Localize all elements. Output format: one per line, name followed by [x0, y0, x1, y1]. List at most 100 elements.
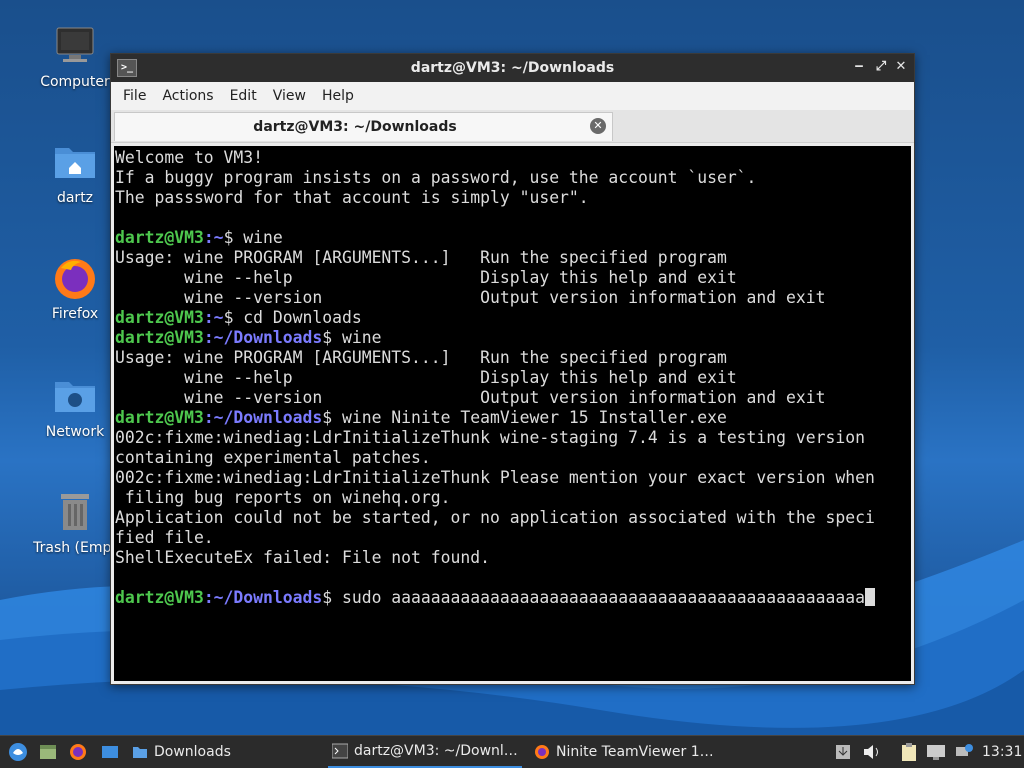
clipboard-icon: [902, 743, 916, 761]
file-manager-launcher[interactable]: [32, 736, 64, 768]
window-titlebar[interactable]: >_ dartz@VM3: ~/Downloads ‒ ⤢ ✕: [111, 54, 914, 82]
terminal-line: wine --help Display this help and exit: [115, 268, 911, 288]
tab-bar: dartz@VM3: ~/Downloads ✕: [111, 110, 914, 143]
show-desktop-icon: [102, 746, 118, 758]
terminal-line: Welcome to VM3!: [115, 148, 911, 168]
line-text: ShellExecuteEx failed: File not found.: [115, 548, 490, 567]
prompt-path: :~/Downloads: [203, 328, 323, 347]
line-text: wine --version Output version informatio…: [115, 288, 826, 307]
terminal-line: 002c:fixme:winediag:LdrInitializeThunk w…: [115, 428, 911, 448]
taskbar: Downloads dartz@VM3: ~/Downl… Ninite Tea…: [0, 735, 1024, 768]
firefox-launcher[interactable]: [62, 736, 94, 768]
clock[interactable]: 13:31: [982, 736, 1022, 768]
tray-display[interactable]: [926, 736, 946, 768]
tray-clipboard[interactable]: [900, 736, 918, 768]
tray-updates[interactable]: [834, 736, 852, 768]
task-label: dartz@VM3: ~/Downl…: [354, 743, 518, 759]
line-text: 002c:fixme:winediag:LdrInitializeThunk w…: [115, 428, 865, 447]
show-desktop-button[interactable]: [94, 736, 126, 768]
menu-bar: File Actions Edit View Help: [111, 82, 914, 110]
tray-network[interactable]: [954, 736, 974, 768]
trash-icon: [61, 494, 89, 530]
line-text: filing bug reports on winehq.org.: [115, 488, 451, 507]
menu-help[interactable]: Help: [314, 88, 362, 104]
line-text: $ sudo aaaaaaaaaaaaaaaaaaaaaaaaaaaaaaaaa…: [322, 588, 865, 607]
line-text: Usage: wine PROGRAM [ARGUMENTS...] Run t…: [115, 348, 727, 367]
menu-file[interactable]: File: [115, 88, 154, 104]
prompt-user: dartz@VM3: [115, 308, 204, 327]
line-text: Application could not be started, or no …: [115, 508, 875, 527]
whisker-menu-button[interactable]: [2, 736, 34, 768]
window-title: dartz@VM3: ~/Downloads: [410, 60, 615, 76]
text-cursor: [864, 588, 875, 606]
task-terminal[interactable]: dartz@VM3: ~/Downl…: [328, 736, 522, 768]
terminal-line: ShellExecuteEx failed: File not found.: [115, 548, 911, 568]
line-text: 002c:fixme:winediag:LdrInitializeThunk P…: [115, 468, 875, 487]
task-label: Ninite TeamViewer 1…: [556, 744, 714, 760]
firefox-icon: [535, 745, 549, 759]
task-label: Downloads: [154, 744, 231, 760]
terminal-window: >_ dartz@VM3: ~/Downloads ‒ ⤢ ✕ File Act…: [110, 53, 915, 685]
menu-actions[interactable]: Actions: [154, 88, 221, 104]
updates-icon: [836, 745, 850, 759]
file-manager-icon: [40, 745, 56, 759]
close-button[interactable]: ✕: [892, 58, 910, 76]
line-text: Usage: wine PROGRAM [ARGUMENTS...] Run t…: [115, 248, 727, 267]
task-downloads[interactable]: Downloads: [128, 736, 322, 768]
line-text: $ wine Ninite TeamViewer 15 Installer.ex…: [322, 408, 727, 427]
prompt-path: :~: [203, 228, 224, 247]
line-text: $ cd Downloads: [223, 308, 362, 327]
prompt-user: dartz@VM3: [115, 328, 204, 347]
maximize-button[interactable]: ⤢: [872, 58, 890, 76]
network-icon: [956, 744, 973, 756]
line-text: wine --help Display this help and exit: [115, 268, 737, 287]
menu-view[interactable]: View: [265, 88, 314, 104]
terminal-line: If a buggy program insists on a password…: [115, 168, 911, 188]
tab-terminal[interactable]: dartz@VM3: ~/Downloads ✕: [114, 112, 613, 141]
tray-volume[interactable]: [862, 736, 882, 768]
terminal-icon: [332, 743, 348, 759]
line-text: $ wine: [322, 328, 382, 347]
terminal-line: fied file.: [115, 528, 911, 548]
terminal-line: wine --version Output version informatio…: [115, 388, 911, 408]
task-ninite[interactable]: Ninite TeamViewer 1…: [530, 736, 724, 768]
line-text: containing experimental patches.: [115, 448, 431, 467]
prompt-path: :~/Downloads: [203, 408, 323, 427]
whisker-menu-icon: [9, 743, 27, 761]
terminal-line: Usage: wine PROGRAM [ARGUMENTS...] Run t…: [115, 348, 911, 368]
tab-label: dartz@VM3: ~/Downloads: [253, 119, 457, 135]
prompt-path: :~/Downloads: [203, 588, 323, 607]
firefox-icon: [55, 259, 95, 299]
terminal-line: Application could not be started, or no …: [115, 508, 911, 528]
prompt-user: dartz@VM3: [115, 408, 204, 427]
line-text: wine --help Display this help and exit: [115, 368, 737, 387]
terminal-output[interactable]: Welcome to VM3! If a buggy program insist…: [114, 146, 911, 681]
line-text: wine --version Output version informatio…: [115, 388, 826, 407]
computer-icon: [56, 27, 94, 62]
terminal-line: containing experimental patches.: [115, 448, 911, 468]
terminal-line: dartz@VM3:~/Downloads$ wine Ninite TeamV…: [115, 408, 911, 428]
prompt-user: dartz@VM3: [115, 228, 204, 247]
volume-icon: [864, 745, 878, 759]
terminal-line: wine --help Display this help and exit: [115, 368, 911, 388]
tab-close-icon[interactable]: ✕: [590, 118, 606, 134]
terminal-line: The passsword for that account is simply…: [115, 188, 911, 208]
network-folder-icon: [55, 382, 95, 412]
terminal-line: dartz@VM3:~$ cd Downloads: [115, 308, 911, 328]
terminal-line: wine --version Output version informatio…: [115, 288, 911, 308]
menu-edit[interactable]: Edit: [222, 88, 265, 104]
line-text: The passsword for that account is simply…: [115, 188, 589, 207]
minimize-button[interactable]: ‒: [850, 58, 868, 76]
prompt-path: :~: [203, 308, 224, 327]
prompt-user: dartz@VM3: [115, 588, 204, 607]
firefox-icon: [70, 744, 86, 760]
terminal-line: 002c:fixme:winediag:LdrInitializeThunk P…: [115, 468, 911, 488]
home-folder-icon: [55, 148, 95, 178]
line-text: $ wine: [223, 228, 283, 247]
folder-icon: [133, 747, 147, 758]
terminal-line: Usage: wine PROGRAM [ARGUMENTS...] Run t…: [115, 248, 911, 268]
display-icon: [927, 745, 945, 760]
terminal-line: dartz@VM3:~$ wine: [115, 228, 911, 248]
